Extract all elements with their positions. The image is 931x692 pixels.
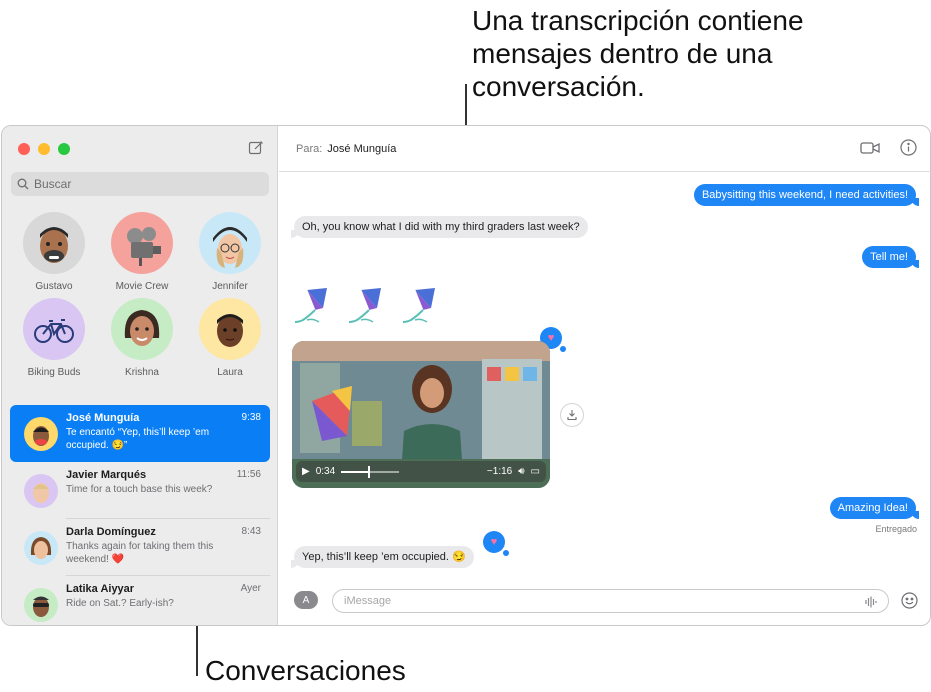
conversation-header: Para: José Munguía [279, 126, 930, 172]
audio-waveform-icon[interactable] [864, 595, 878, 609]
conversation-item[interactable]: Javier Marqués 11:56 Time for a touch ba… [10, 462, 270, 519]
conversation-preview: Time for a touch base this week? [66, 484, 213, 495]
pinned-movie-crew[interactable]: Movie Crew [98, 212, 186, 292]
search-icon [17, 178, 29, 190]
message-bubble-sent[interactable]: Amazing Idea! [829, 497, 920, 519]
memoji-avatar [24, 531, 58, 565]
video-elapsed: 0:34 [315, 466, 336, 477]
pin-label: Gustavo [35, 281, 73, 292]
recipient-name[interactable]: José Munguía [327, 143, 396, 155]
search-field[interactable]: Buscar [11, 172, 269, 196]
window-controls [18, 143, 70, 155]
film-camera-icon [111, 212, 173, 274]
conversation-item[interactable]: José Munguía 9:38 Te encantó “Yep, this’… [10, 405, 270, 462]
memoji-avatar [24, 474, 58, 508]
pinned-gustavo[interactable]: Gustavo [10, 212, 98, 292]
video-remaining: −1:16 [486, 466, 513, 477]
bicycle-icon [23, 298, 85, 360]
conversation-list: José Munguía 9:38 Te encantó “Yep, this’… [10, 405, 270, 625]
conversation-preview: Ride on Sat.? Early-ish? [66, 598, 174, 609]
kite-emojis[interactable] [293, 286, 441, 326]
sidebar: Buscar Gustavo Movie Crew Jennifer Bikin… [2, 126, 278, 625]
memoji-avatar [199, 212, 261, 274]
message-placeholder: iMessage [344, 595, 392, 607]
pinned-krishna[interactable]: Krishna [98, 298, 186, 378]
conversation-time: 8:43 [241, 526, 261, 537]
message-bubble-received[interactable]: Yep, this’ll keep ’em occupied. 😏 [291, 546, 474, 568]
close-window-button[interactable] [18, 143, 30, 155]
conversation-name: Darla Domínguez [66, 526, 156, 538]
conversation-time: Ayer [240, 583, 261, 594]
video-call-icon[interactable] [860, 140, 880, 156]
pinned-biking-buds[interactable]: Biking Buds [10, 298, 98, 378]
pin-label: Krishna [125, 367, 159, 378]
heart-tapback-icon[interactable]: ♥ [483, 531, 509, 556]
conversation-name: Latika Aiyyar [66, 583, 135, 595]
app-store-icon[interactable]: A [294, 591, 318, 609]
conversation-preview: Thanks again for taking them this weeken… [66, 541, 214, 565]
volume-icon[interactable]: 🔊︎ [518, 466, 524, 477]
message-bubble-sent[interactable]: Babysitting this weekend, I need activit… [693, 184, 920, 206]
conversation-item[interactable]: Darla Domínguez 8:43 Thanks again for ta… [10, 519, 270, 576]
pinned-jennifer[interactable]: Jennifer [186, 212, 274, 292]
airplay-icon[interactable]: ▭ [531, 466, 540, 477]
to-label: Para: [296, 142, 323, 155]
memoji-avatar [199, 298, 261, 360]
conversation-time: 11:56 [236, 469, 261, 480]
callout-conversations: Conversaciones [205, 655, 406, 686]
kite-icon [402, 288, 435, 323]
memoji-avatar [24, 588, 58, 622]
messages-window: Buscar Gustavo Movie Crew Jennifer Bikin… [1, 125, 931, 626]
message-bubble-received[interactable]: Oh, you know what I did with my third gr… [291, 216, 588, 238]
pin-label: Laura [217, 367, 243, 378]
memoji-avatar [23, 212, 85, 274]
memoji-avatar [111, 298, 173, 360]
pinned-laura[interactable]: Laura [186, 298, 274, 378]
pin-label: Jennifer [212, 281, 248, 292]
conversation-preview: Te encantó “Yep, this’ll keep ’em occupi… [66, 427, 210, 451]
video-message[interactable]: ▶ 0:34 −1:16 🔊︎ ▭ [292, 341, 550, 488]
callout-transcript: Una transcripción contiene mensajes dent… [472, 5, 804, 102]
pinned-conversations: Gustavo Movie Crew Jennifer Biking Buds [10, 212, 272, 378]
conversation-time: 9:38 [241, 412, 261, 423]
memoji-avatar [24, 417, 58, 451]
emoji-icon[interactable] [901, 592, 918, 609]
composer: A iMessage [279, 586, 930, 616]
conversation-item[interactable]: Latika Aiyyar Ayer Ride on Sat.? Early-i… [10, 576, 270, 625]
search-placeholder: Buscar [34, 177, 72, 191]
transcript-pane: Para: José Munguía Babysitting this week… [279, 126, 930, 625]
message-input[interactable]: iMessage [332, 589, 889, 613]
message-bubble-sent[interactable]: Tell me! [862, 246, 919, 268]
kite-icon [348, 288, 381, 323]
video-scrubber[interactable] [341, 465, 400, 478]
delivery-status: Entregado [875, 524, 917, 534]
pin-label: Movie Crew [115, 281, 169, 292]
zoom-window-button[interactable] [58, 143, 70, 155]
play-icon[interactable]: ▶ [302, 466, 310, 477]
save-icon[interactable] [560, 403, 584, 427]
compose-icon[interactable] [248, 140, 264, 156]
conversation-name: José Munguía [66, 412, 140, 424]
pin-label: Biking Buds [27, 367, 81, 378]
minimize-window-button[interactable] [38, 143, 50, 155]
kite-icon [294, 288, 327, 323]
info-icon[interactable] [900, 139, 917, 156]
video-controls: ▶ 0:34 −1:16 🔊︎ ▭ [296, 461, 546, 482]
